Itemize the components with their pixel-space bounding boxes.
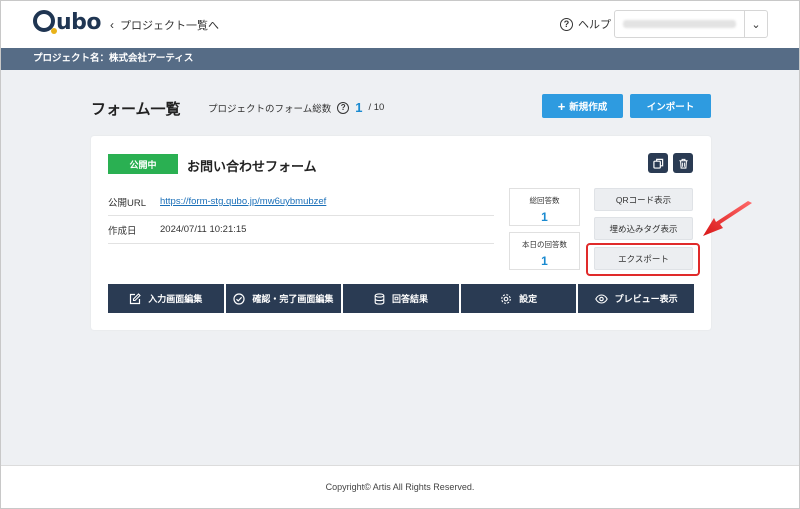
edit-input-screen-button[interactable]: 入力画面編集 <box>108 284 224 313</box>
back-label: プロジェクト一覧へ <box>120 20 219 32</box>
help-icon: ? <box>560 17 573 31</box>
qubo-logo[interactable]: ubo <box>33 10 102 35</box>
responses-button[interactable]: 回答結果 <box>343 284 459 313</box>
chevron-left-icon: ‹ <box>110 18 114 32</box>
today-responses-stat: 本日の回答数 1 <box>509 232 580 270</box>
new-form-button[interactable]: + 新規作成 <box>542 94 623 118</box>
copy-form-button[interactable] <box>648 153 668 173</box>
page-footer: Copyright© Artis All Rights Reserved. <box>0 465 800 509</box>
public-url-row: 公開URL https://form-stg.qubo.jp/mw6uybmub… <box>108 188 494 216</box>
help-label: ヘルプ <box>578 19 611 31</box>
copy-icon <box>652 158 663 169</box>
created-date-value: 2024/07/11 10:21:15 <box>160 224 247 235</box>
public-url-label: 公開URL <box>108 197 147 209</box>
total-responses-label: 総回答数 <box>529 196 560 205</box>
status-badge: 公開中 <box>108 154 178 174</box>
today-responses-label: 本日の回答数 <box>522 240 567 249</box>
export-highlight-box <box>586 243 700 276</box>
new-form-label: 新規作成 <box>569 102 608 113</box>
plus-icon: + <box>557 98 566 114</box>
edit-icon <box>130 292 142 304</box>
preview-label: プレビュー表示 <box>614 294 678 304</box>
created-date-label: 作成日 <box>108 225 137 237</box>
responses-label: 回答結果 <box>391 294 428 304</box>
settings-label: 設定 <box>519 294 538 304</box>
public-url-link[interactable]: https://form-stg.qubo.jp/mw6uybmubzef <box>160 196 326 207</box>
check-circle-icon <box>233 292 245 305</box>
trash-icon <box>678 158 688 169</box>
info-icon[interactable]: ? <box>337 101 350 114</box>
qr-code-button[interactable]: QRコード表示 <box>594 188 693 211</box>
form-total-max: / 10 <box>368 102 385 113</box>
user-email-blurred <box>623 20 736 28</box>
user-account-dropdown[interactable]: ⌄ <box>614 10 768 38</box>
today-responses-value: 1 <box>541 254 548 268</box>
created-date-row: 作成日 2024/07/11 10:21:15 <box>108 216 494 244</box>
gear-icon <box>501 293 511 304</box>
logo-q-mark <box>33 10 57 34</box>
form-name: お問い合わせフォーム <box>187 159 317 174</box>
form-action-bar: 入力画面編集 確認・完了画面編集 回答結果 設定 プレビュー表示 <box>108 284 694 313</box>
eye-icon <box>594 293 608 304</box>
database-icon <box>374 292 385 305</box>
form-total-count: 1 <box>355 100 363 115</box>
page-title: フォーム一覧 <box>91 101 181 118</box>
delete-form-button[interactable] <box>673 153 693 173</box>
form-total: プロジェクトのフォーム総数 ? 1 / 10 <box>208 100 384 115</box>
settings-button[interactable]: 設定 <box>460 284 577 313</box>
chevron-down-icon: ⌄ <box>751 18 761 31</box>
logo-text: ubo <box>56 10 102 35</box>
total-responses-value: 1 <box>541 210 548 224</box>
total-responses-stat: 総回答数 1 <box>509 188 580 226</box>
red-arrow-annotation <box>703 201 752 236</box>
edit-input-screen-label: 入力画面編集 <box>148 294 203 304</box>
edit-confirm-complete-label: 確認・完了画面編集 <box>252 294 334 304</box>
embed-tag-button[interactable]: 埋め込みタグ表示 <box>594 217 693 240</box>
form-card: 公開中 お問い合わせフォーム 公開URL https://form-stg.qu… <box>91 136 711 330</box>
back-to-projects-link[interactable]: ‹ プロジェクト一覧へ <box>110 17 219 33</box>
top-header: ubo ‹ プロジェクト一覧へ ? ヘルプ ⌄ <box>0 0 800 48</box>
edit-confirm-complete-button[interactable]: 確認・完了画面編集 <box>225 284 342 313</box>
import-button[interactable]: インポート <box>630 94 711 118</box>
form-total-label: プロジェクトのフォーム総数 <box>208 103 332 115</box>
project-name-bar: プロジェクト名：株式会社アーティス <box>0 48 800 70</box>
preview-button[interactable]: プレビュー表示 <box>578 284 694 313</box>
help-link[interactable]: ? ヘルプ <box>560 16 611 32</box>
